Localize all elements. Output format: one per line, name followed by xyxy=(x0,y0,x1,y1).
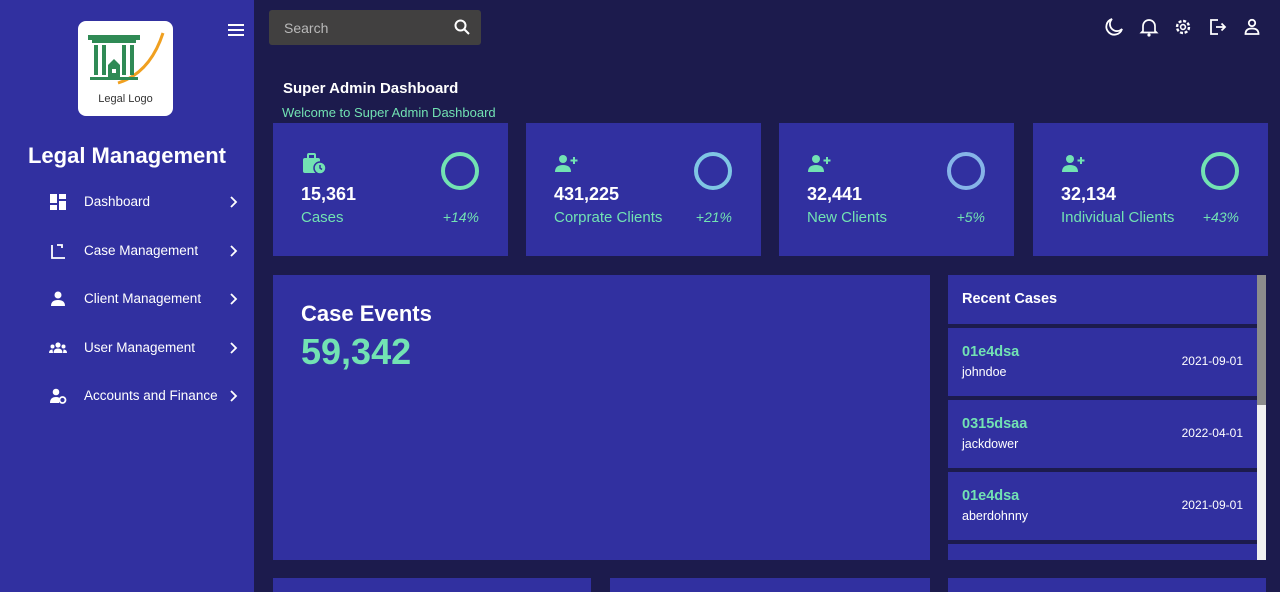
sidebar-nav: Dashboard Case Management Client Managem… xyxy=(0,177,254,420)
stat-value: 32,441 xyxy=(807,184,863,204)
stat-value: 32,134 xyxy=(1061,184,1117,204)
chevron-right-icon xyxy=(230,293,238,305)
person-icon xyxy=(51,291,65,306)
chevron-right-icon xyxy=(230,196,238,208)
recent-cases-title: Recent Cases xyxy=(962,291,1058,307)
case-user: aberdohnny xyxy=(962,509,1029,523)
stat-label: Corprate Clients xyxy=(554,209,663,226)
list-item[interactable] xyxy=(948,544,1257,560)
list-item[interactable]: 01e4dsa aberdohnny 2021-09-01 xyxy=(948,472,1257,540)
logo-text: Legal Logo xyxy=(98,93,153,105)
page-subtitle: Welcome to Super Admin Dashboard xyxy=(282,105,496,120)
logo: Legal Logo xyxy=(78,21,173,116)
bottom-card xyxy=(273,578,591,592)
moon-icon[interactable] xyxy=(1104,17,1124,37)
case-date: 2022-04-01 xyxy=(1181,426,1243,440)
chevron-right-icon xyxy=(230,244,238,257)
sidebar-item-case-management[interactable]: Case Management xyxy=(0,226,254,275)
sidebar-item-label: Case Management xyxy=(84,242,199,258)
person-add-icon xyxy=(1062,155,1085,172)
scrollbar-thumb[interactable] xyxy=(1257,275,1266,405)
stat-label: Cases xyxy=(301,209,344,226)
sidebar-item-label: Client Management xyxy=(84,291,202,306)
progress-ring xyxy=(694,152,732,190)
case-icon xyxy=(51,243,65,259)
search-input[interactable] xyxy=(269,10,444,45)
page-title: Super Admin Dashboard xyxy=(283,80,459,97)
bottom-card xyxy=(610,578,930,592)
recent-cases-header: Recent Cases xyxy=(948,275,1257,324)
stat-value: 431,225 xyxy=(554,184,620,204)
app-title: Legal Management xyxy=(27,143,227,168)
stat-change: +14% xyxy=(442,209,479,225)
sidebar: Legal Logo Legal Management Dashboard Ca… xyxy=(0,0,254,592)
sidebar-item-dashboard[interactable]: Dashboard xyxy=(0,177,254,226)
recent-cases-scrollbar[interactable] xyxy=(1257,275,1266,560)
logout-icon[interactable] xyxy=(1208,17,1228,37)
list-item[interactable]: 01e4dsa johndoe 2021-09-01 xyxy=(948,328,1257,396)
case-events-title: Case Events xyxy=(301,301,432,326)
stat-change: +21% xyxy=(695,209,732,225)
progress-ring xyxy=(441,152,479,190)
case-id: 01e4dsa xyxy=(962,488,1020,504)
menu-toggle-icon[interactable] xyxy=(228,24,244,38)
case-user: johndoe xyxy=(962,365,1007,379)
case-date: 2021-09-01 xyxy=(1181,354,1243,368)
stat-value: 15,361 xyxy=(301,184,357,204)
stat-card-new-clients: 32,441 New Clients +5% xyxy=(779,123,1014,256)
chevron-right-icon xyxy=(230,341,238,354)
sidebar-item-user-management[interactable]: User Management xyxy=(0,323,254,372)
search-icon[interactable] xyxy=(453,18,471,36)
sidebar-item-accounts-finance[interactable]: Accounts and Finance xyxy=(0,371,254,420)
chevron-right-icon xyxy=(230,390,238,402)
sidebar-item-client-management[interactable]: Client Management xyxy=(0,274,254,323)
gear-icon[interactable] xyxy=(1173,17,1193,37)
stat-change: +43% xyxy=(1202,209,1239,225)
recent-cases-panel: Recent Cases 01e4dsa johndoe 2021-09-01 … xyxy=(948,275,1266,560)
progress-ring xyxy=(1201,152,1239,190)
person-add-icon xyxy=(808,155,831,172)
case-date: 2021-09-01 xyxy=(1181,498,1243,512)
group-icon xyxy=(49,341,67,353)
person-add-icon xyxy=(555,155,578,172)
stat-card-corporate-clients: 431,225 Corprate Clients +21% xyxy=(526,123,761,256)
sidebar-item-label: Dashboard xyxy=(84,194,151,209)
search-bar xyxy=(269,10,481,45)
stat-card-cases: 15,361 Cases +14% xyxy=(273,123,508,256)
case-user: jackdower xyxy=(962,437,1019,451)
progress-ring xyxy=(947,152,985,190)
stat-label: Individual Clients xyxy=(1061,209,1175,226)
bottom-card xyxy=(948,578,1266,592)
briefcase-clock-icon xyxy=(303,153,327,175)
case-id: 0315dsaa xyxy=(962,416,1028,432)
user-settings-icon xyxy=(50,388,67,404)
case-events-value: 59,342 xyxy=(301,331,412,372)
stat-change: +5% xyxy=(956,209,985,225)
case-id: 01e4dsa xyxy=(962,344,1020,360)
stat-label: New Clients xyxy=(807,209,888,226)
list-item[interactable]: 0315dsaa jackdower 2022-04-01 xyxy=(948,400,1257,468)
case-events-panel: Case Events 59,342 xyxy=(273,275,930,560)
user-icon[interactable] xyxy=(1242,17,1262,37)
sidebar-item-label: Accounts and Finance xyxy=(84,388,218,403)
dashboard-icon xyxy=(50,194,66,210)
bell-icon[interactable] xyxy=(1139,17,1159,37)
sidebar-item-label: User Management xyxy=(84,339,196,355)
stat-card-individual-clients: 32,134 Individual Clients +43% xyxy=(1033,123,1268,256)
